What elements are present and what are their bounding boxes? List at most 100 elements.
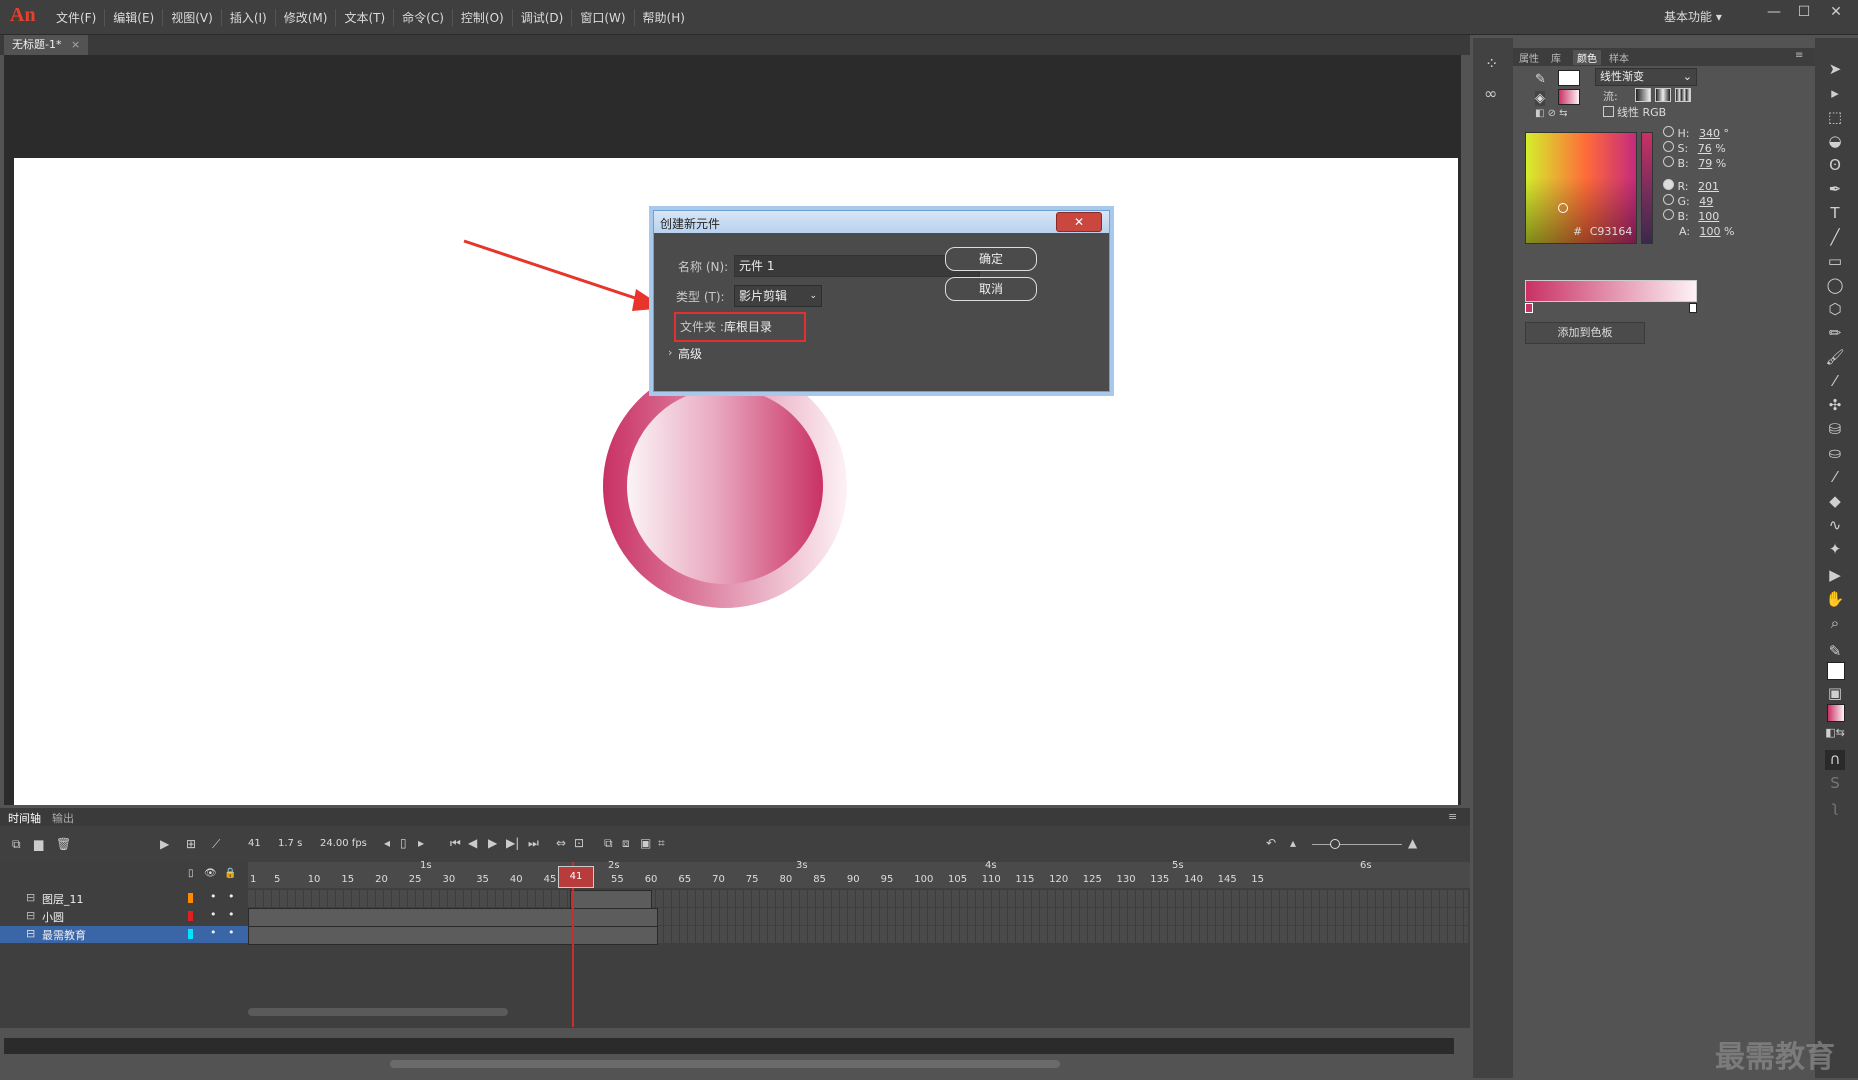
hue-radio[interactable] — [1663, 126, 1674, 137]
stroke-color-swatch[interactable] — [1827, 662, 1845, 680]
prev-keyframe-icon[interactable]: ◂ — [384, 836, 390, 850]
frame-zoom-handle[interactable] — [1330, 839, 1340, 849]
frame-zoom-slider[interactable] — [1312, 844, 1402, 845]
blue-value[interactable]: 100 — [1698, 210, 1719, 223]
cancel-button[interactable]: 取消 — [945, 277, 1037, 301]
insert-keyframe-icon[interactable]: ▯ — [400, 836, 407, 850]
red-radio[interactable] — [1663, 179, 1674, 190]
edit-multiple-frames-icon[interactable]: ▣ — [640, 836, 651, 850]
symbol-type-select[interactable]: 影片剪辑 ⌄ — [734, 285, 822, 307]
eyedropper-tool-icon[interactable]: ⁄ — [1825, 468, 1845, 488]
brightness-radio[interactable] — [1663, 156, 1674, 167]
menu-view[interactable]: 视图(V) — [163, 9, 222, 26]
red-value[interactable]: 201 — [1698, 180, 1719, 193]
layer-row-selected[interactable]: ⊟ 最需教育 • • — [0, 926, 248, 943]
undo-icon[interactable]: ↶ — [1266, 836, 1276, 850]
gradient-type-select[interactable]: 线性渐变 ⌄ — [1595, 68, 1697, 86]
layer-color-marker[interactable] — [188, 929, 193, 939]
flow-repeat-icon[interactable] — [1675, 88, 1691, 102]
oval-tool-icon[interactable]: ◯ — [1825, 276, 1845, 296]
add-to-swatches-button[interactable]: 添加到色板 — [1525, 322, 1645, 344]
swap-colors-icon[interactable]: ◧ ⊘ ⇆ — [1535, 108, 1568, 119]
stroke-swatch[interactable] — [1558, 70, 1580, 86]
menu-insert[interactable]: 插入(I) — [222, 9, 276, 26]
layer-name[interactable]: 图层_11 — [42, 891, 84, 907]
frame-span[interactable] — [248, 908, 658, 927]
pen-tool-icon[interactable]: ✒ — [1825, 180, 1845, 200]
new-layer-icon[interactable]: ⧉ — [12, 837, 21, 852]
rectangle-tool-icon[interactable]: ▭ — [1825, 252, 1845, 272]
asset-warp-tool-icon[interactable]: ✦ — [1825, 540, 1845, 560]
document-tab[interactable]: 无标题-1* × — [4, 35, 89, 55]
workspace-switcher[interactable]: 基本功能 ▾ — [1664, 8, 1722, 25]
tab-output[interactable]: 输出 — [52, 810, 74, 826]
playhead[interactable]: 41 — [558, 866, 594, 888]
frame-rate[interactable]: 24.00 fps — [320, 838, 367, 849]
fill-color-swatch[interactable] — [1827, 704, 1845, 722]
picker-cursor[interactable] — [1558, 203, 1568, 213]
play-icon[interactable]: ▶ — [488, 836, 497, 850]
lasso-tool-icon[interactable]: ʘ — [1825, 156, 1845, 176]
frame-track[interactable] — [248, 890, 1468, 907]
step-back-icon[interactable]: ◀ — [468, 836, 477, 850]
ink-bottle-tool-icon[interactable]: ⛀ — [1825, 444, 1845, 464]
hue-slider[interactable] — [1641, 132, 1653, 244]
motion-presets-icon[interactable]: ⁘ — [1485, 54, 1498, 73]
dialog-titlebar[interactable]: 创建新元件 ✕ — [654, 211, 1109, 233]
gradient-inner-circle[interactable] — [627, 388, 823, 584]
lock-icon[interactable]: 🔒 — [224, 868, 236, 879]
bone-tool-icon[interactable]: ✣ — [1825, 396, 1845, 416]
next-keyframe-icon[interactable]: ▸ — [418, 836, 424, 850]
flow-reflect-icon[interactable] — [1655, 88, 1671, 102]
gradient-stop-left[interactable] — [1525, 303, 1533, 313]
3d-rotation-tool-icon[interactable]: ◒ — [1825, 132, 1845, 152]
hex-value[interactable]: C93164 — [1590, 225, 1633, 238]
menu-help[interactable]: 帮助(H) — [635, 9, 693, 26]
polystar-tool-icon[interactable]: ⬡ — [1825, 300, 1845, 320]
advanced-toggle[interactable]: 高级 — [678, 345, 702, 362]
blue-radio[interactable] — [1663, 209, 1674, 220]
onion-skin-icon[interactable]: ⧉ — [604, 836, 613, 851]
visibility-dot[interactable]: • — [210, 926, 217, 939]
tab-close-icon[interactable]: × — [71, 38, 80, 51]
lock-dot[interactable]: • — [228, 890, 235, 903]
center-frame-icon[interactable]: ⊡ — [574, 836, 584, 850]
saturation-radio[interactable] — [1663, 141, 1674, 152]
dialog-close-button[interactable]: ✕ — [1056, 212, 1102, 232]
free-transform-tool-icon[interactable]: ⬚ — [1825, 108, 1845, 128]
cc-libraries-icon[interactable]: ∞ — [1484, 84, 1497, 103]
fill-color-icon[interactable]: ◈ — [1535, 91, 1545, 106]
hand-tool-icon[interactable]: ✋ — [1825, 590, 1845, 610]
symbol-name-input[interactable]: 元件 1 — [734, 255, 980, 277]
layer-row[interactable]: ⊟ 图层_11 • • — [0, 890, 248, 907]
menu-edit[interactable]: 编辑(E) — [105, 9, 164, 26]
loop-icon[interactable]: ⇔ — [556, 836, 566, 850]
minimize-icon[interactable]: — — [1760, 4, 1788, 24]
linear-rgb-checkbox[interactable] — [1603, 106, 1614, 117]
eraser-tool-icon[interactable]: ◆ — [1825, 492, 1845, 512]
brightness-value[interactable]: 79 — [1698, 157, 1712, 170]
eye-icon[interactable]: 👁 — [204, 868, 217, 879]
folder-link[interactable]: 库根目录 — [724, 318, 772, 335]
smooth-icon[interactable]: S — [1825, 774, 1845, 794]
green-radio[interactable] — [1663, 194, 1674, 205]
layer-row[interactable]: ⊟ 小圆 • • — [0, 908, 248, 925]
frame-span[interactable] — [248, 926, 658, 945]
menu-window[interactable]: 窗口(W) — [572, 9, 635, 26]
visibility-dot[interactable]: • — [210, 908, 217, 921]
menu-debug[interactable]: 调试(D) — [513, 9, 573, 26]
graph-icon[interactable]: ⟋ — [212, 837, 220, 852]
lock-dot[interactable]: • — [228, 908, 235, 921]
menu-control[interactable]: 控制(O) — [453, 9, 513, 26]
camera-icon[interactable]: ▶ — [160, 837, 169, 851]
tab-library[interactable]: 库 — [1551, 50, 1561, 65]
menu-text[interactable]: 文本(T) — [336, 9, 395, 26]
fill-color-tool-icon[interactable]: ▣ — [1825, 684, 1845, 704]
pencil-tool-icon[interactable]: ✏ — [1825, 324, 1845, 344]
stroke-color-tool-icon[interactable]: ✎ — [1825, 642, 1845, 662]
layer-color-marker[interactable] — [188, 911, 193, 921]
frame-span[interactable] — [570, 890, 652, 909]
ok-button[interactable]: 确定 — [945, 247, 1037, 271]
timeline-scrollbar[interactable] — [248, 1008, 508, 1016]
width-tool-icon[interactable]: ∿ — [1825, 516, 1845, 536]
